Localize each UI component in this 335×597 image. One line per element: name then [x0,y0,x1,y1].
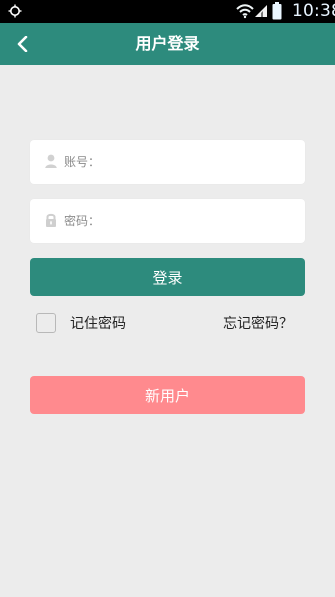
password-input[interactable] [106,209,296,233]
remember-row: 记住密码 忘记密码？ [36,312,304,338]
toolbar: 用户登录 [0,23,335,65]
password-field[interactable]: 密码： [30,199,305,243]
account-input[interactable] [106,150,296,174]
account-field[interactable]: 账号： [30,140,305,184]
status-time: 10:38 [292,1,335,21]
battery-icon [272,2,282,20]
signal-icon [255,5,267,17]
new-user-button[interactable]: 新用户 [30,376,305,414]
wifi-icon [236,4,254,19]
status-bar: 10:38 [0,0,335,23]
user-icon [45,154,57,168]
remember-password-checkbox[interactable] [36,313,56,333]
lock-icon [46,213,56,227]
forgot-password-link[interactable]: 忘记密码？ [223,314,293,334]
login-screen: 10:38 用户登录 账号： 密码： 登录 记住密码 忘记密码？ 新用户 [0,0,335,597]
login-button[interactable]: 登录 [30,258,305,296]
remember-password-label[interactable]: 记住密码 [70,314,126,334]
password-label: 密码： [64,214,101,228]
account-label: 账号： [64,155,101,169]
page-title: 用户登录 [135,34,200,53]
status-icon [8,4,22,18]
